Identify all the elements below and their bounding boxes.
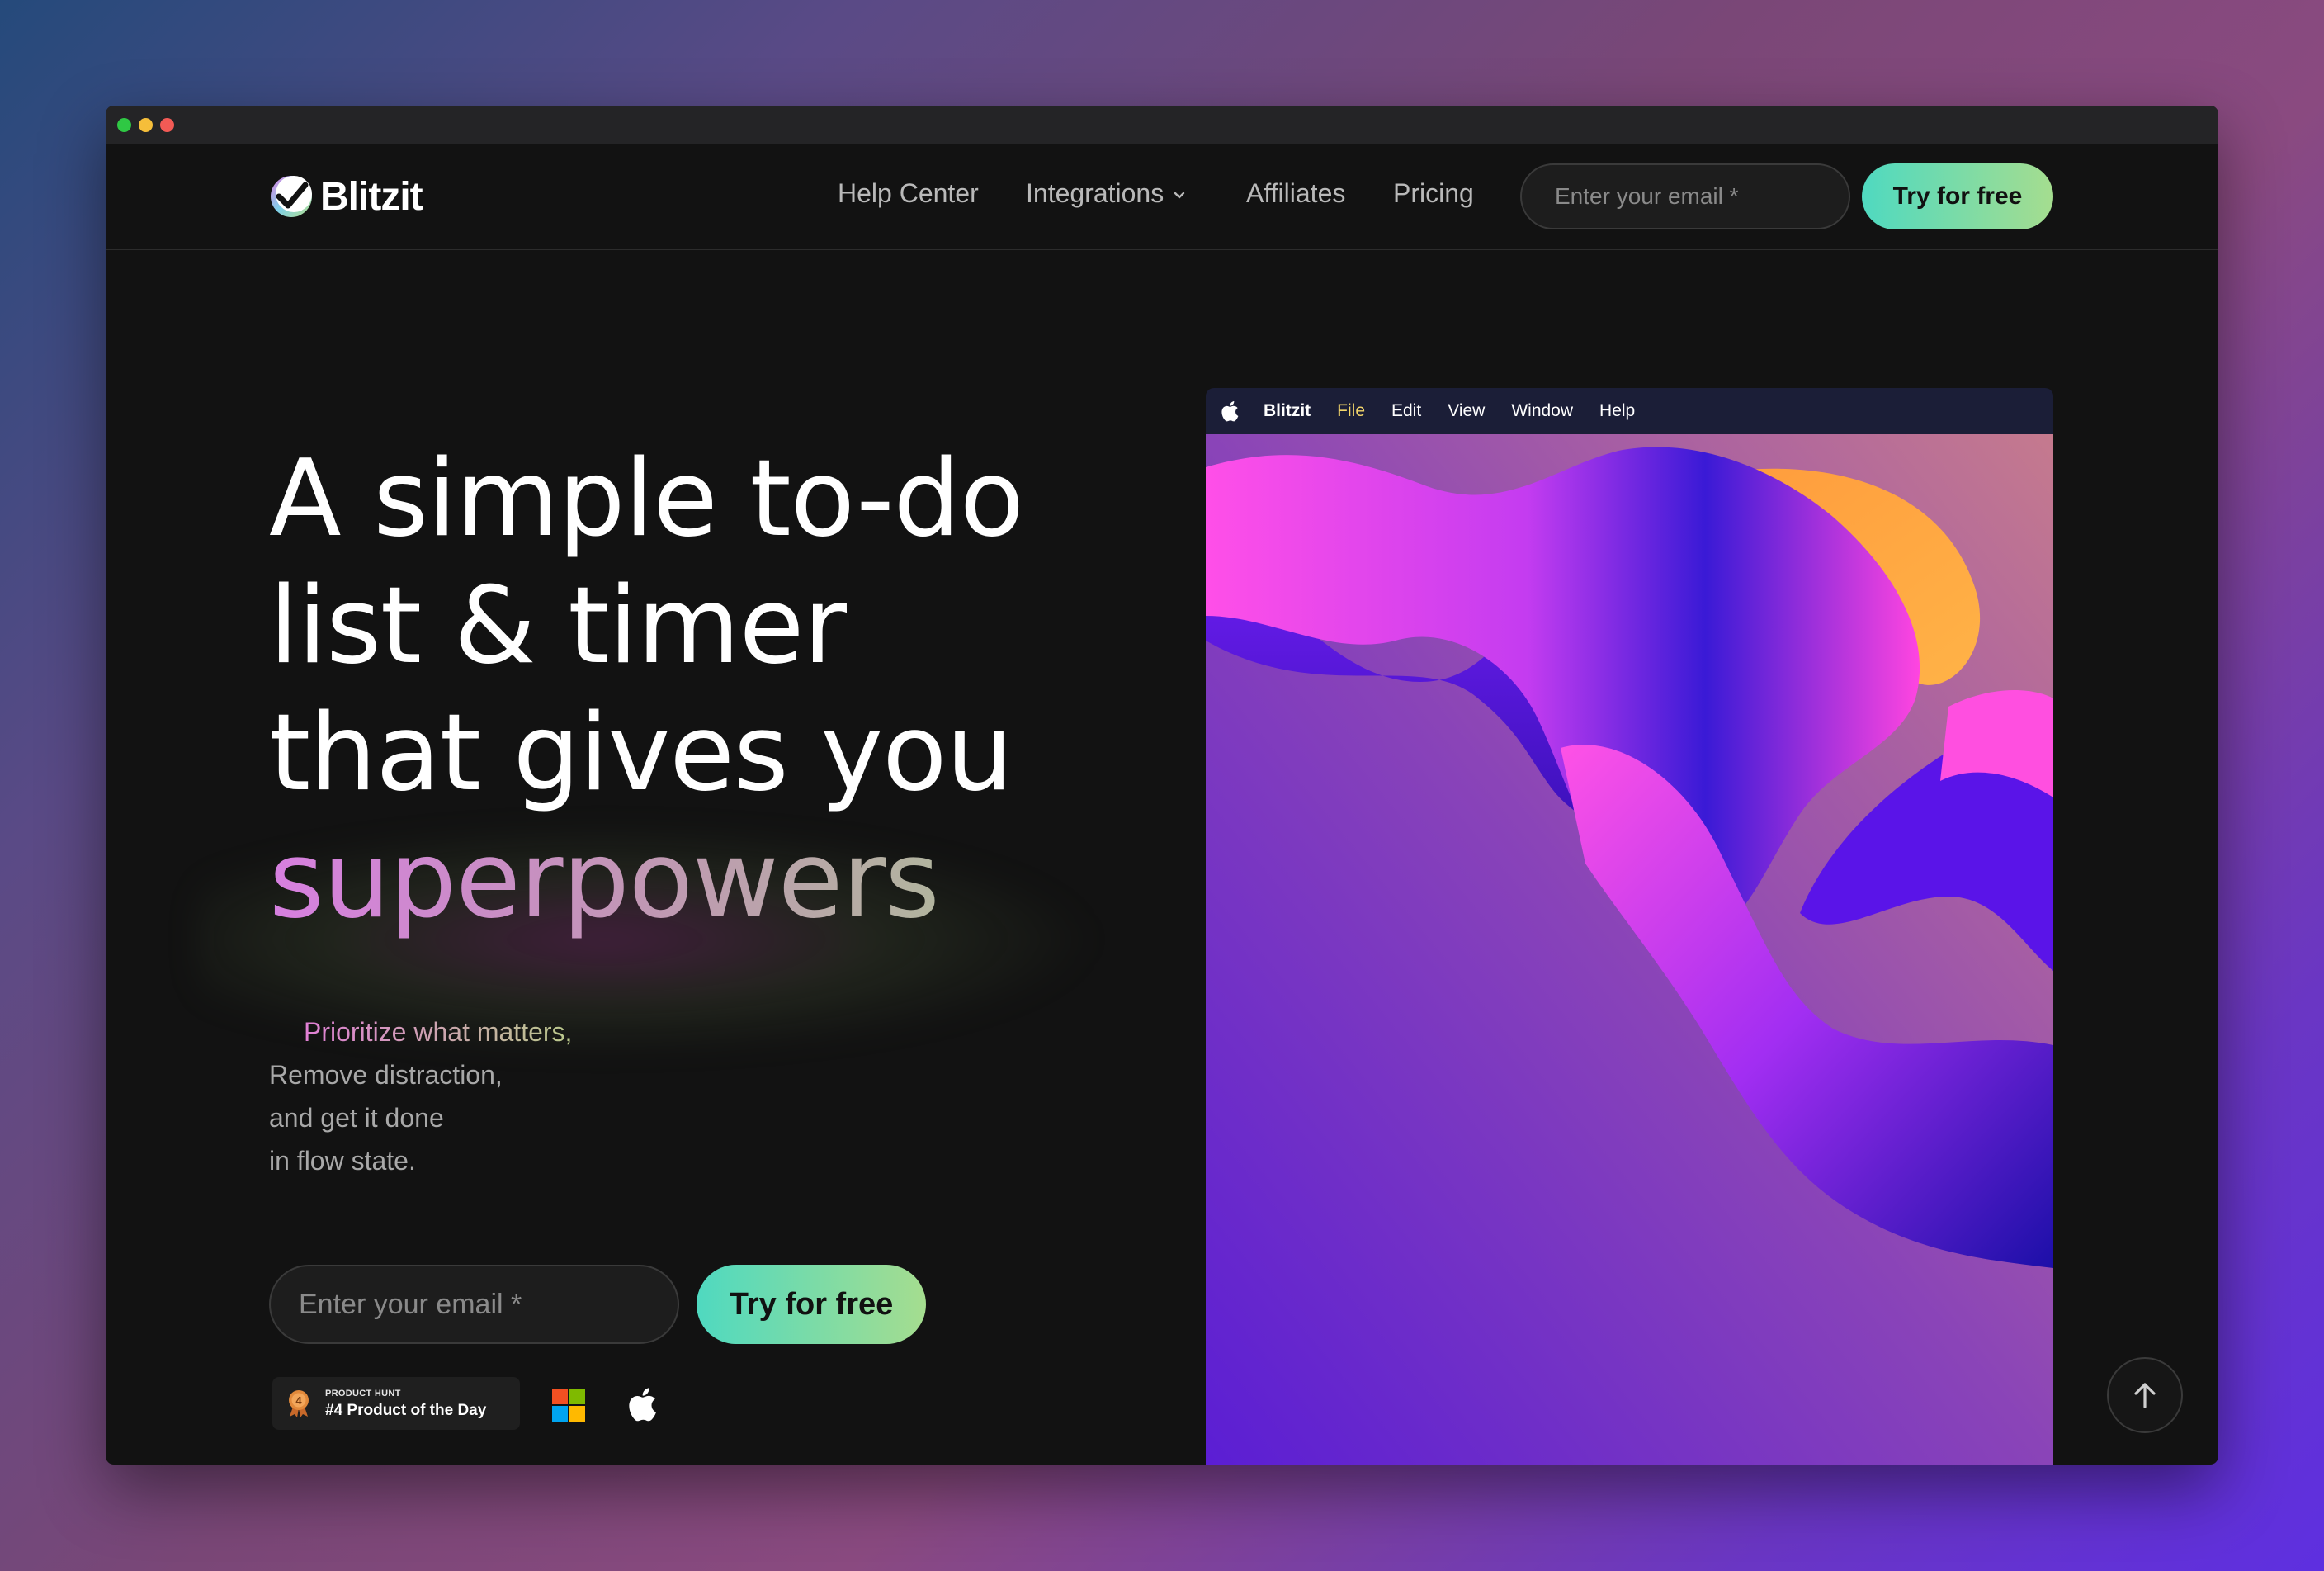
menu-edit: Edit: [1391, 401, 1422, 420]
headline-highlight: superpowers: [269, 817, 1094, 944]
browser-window: Blitzit Help Center Integrations Affilia…: [106, 106, 2218, 1465]
abstract-wallpaper: [1206, 434, 2053, 1465]
brand-name: Blitzit: [320, 174, 423, 219]
window-maximize-button[interactable]: [117, 118, 131, 132]
apple-menu-icon: [1221, 400, 1239, 422]
apple-icon[interactable]: [627, 1387, 657, 1422]
menu-window: Window: [1511, 401, 1574, 420]
nav-integrations-label: Integrations: [1026, 178, 1164, 208]
medal-rank: 4: [295, 1394, 302, 1407]
headline-line-1: A simple to-do: [269, 438, 1024, 561]
headline-line-3: that gives you: [269, 692, 1013, 815]
menu-app-name: Blitzit: [1264, 401, 1311, 420]
producthunt-label: PRODUCT HUNT: [325, 1389, 401, 1398]
windows-icon[interactable]: [552, 1389, 585, 1422]
medal-icon: 4: [289, 1390, 309, 1417]
app-menubar: Blitzit File Edit View Window Help: [1206, 388, 2053, 434]
nav-email-input[interactable]: [1520, 163, 1850, 229]
window-minimize-button[interactable]: [139, 118, 153, 132]
nav-affiliates[interactable]: Affiliates: [1246, 178, 1345, 209]
subtext-line-3: and get it done: [269, 1103, 444, 1133]
brand-logo[interactable]: Blitzit: [269, 172, 423, 221]
producthunt-badge[interactable]: 4 PRODUCT HUNT #4 Product of the Day: [272, 1377, 520, 1430]
subtext-line-1: Prioritize what matters,: [304, 1017, 573, 1047]
window-close-button[interactable]: [160, 118, 174, 132]
scroll-to-top-button[interactable]: [2107, 1357, 2183, 1433]
top-navbar: Blitzit Help Center Integrations Affilia…: [106, 144, 2218, 250]
menu-help: Help: [1599, 401, 1636, 420]
window-titlebar: [106, 106, 2218, 144]
hero-subtext: Prioritize what matters, Remove distract…: [269, 1010, 572, 1182]
nav-integrations[interactable]: Integrations: [1026, 178, 1185, 209]
arrow-up-icon: [2134, 1383, 2156, 1408]
app-preview: Blitzit File Edit View Window Help: [1206, 388, 2053, 1465]
hero-email-input[interactable]: [269, 1265, 679, 1344]
nav-try-free-button[interactable]: Try for free: [1862, 163, 2053, 229]
hero-headline: A simple to-do list & timer that gives y…: [269, 436, 1094, 944]
nav-help-center[interactable]: Help Center: [838, 178, 979, 209]
headline-line-2: list & timer: [269, 565, 847, 688]
subtext-line-2: Remove distraction,: [269, 1060, 503, 1090]
producthunt-rank-text: #4 Product of the Day: [325, 1402, 487, 1419]
hero-try-free-button[interactable]: Try for free: [697, 1265, 926, 1344]
blitzit-logo-icon: [271, 176, 312, 217]
menu-file: File: [1337, 401, 1365, 420]
menu-view: View: [1448, 401, 1486, 420]
subtext-line-4: in flow state.: [269, 1146, 416, 1176]
chevron-down-icon: [1174, 192, 1185, 198]
nav-pricing[interactable]: Pricing: [1393, 178, 1474, 209]
